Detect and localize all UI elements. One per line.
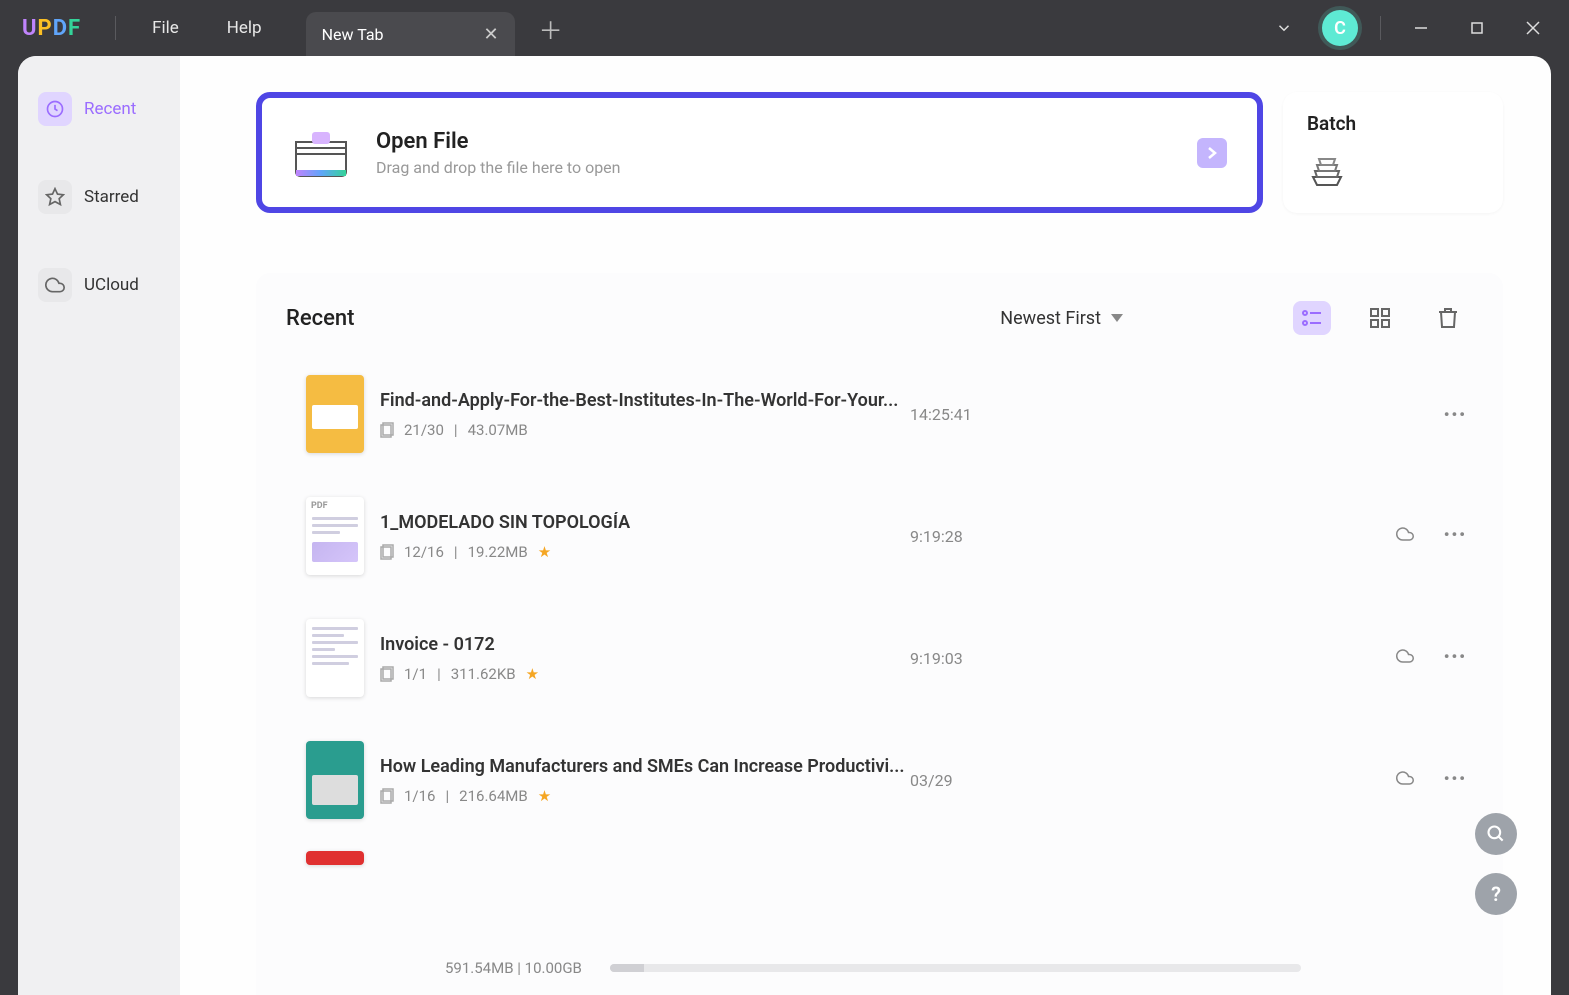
cloud-icon[interactable] xyxy=(1394,647,1416,669)
file-time: 9:19:28 xyxy=(910,527,1110,546)
batch-title: Batch xyxy=(1307,112,1479,135)
star-icon: ★ xyxy=(526,665,539,683)
sidebar-item-label: Recent xyxy=(84,99,136,119)
file-time: 14:25:41 xyxy=(910,405,1110,424)
sidebar-item-label: Starred xyxy=(84,187,139,207)
trash-button[interactable] xyxy=(1429,301,1467,335)
file-row[interactable]: How Leading Manufacturers and SMEs Can I… xyxy=(256,719,1503,841)
file-name: 1_MODELADO SIN TOPOLOGÍA xyxy=(380,512,910,533)
file-row[interactable] xyxy=(256,841,1503,865)
star-icon xyxy=(38,180,72,214)
pages-icon xyxy=(380,788,394,804)
file-size: 43.07MB xyxy=(468,421,528,439)
file-size: 216.64MB xyxy=(459,787,528,805)
file-name: How Leading Manufacturers and SMEs Can I… xyxy=(380,756,910,777)
file-pages: 1/16 xyxy=(404,787,435,805)
sidebar-item-label: UCloud xyxy=(84,275,139,295)
storage-progress xyxy=(610,964,1301,972)
open-file-dropzone[interactable]: Open File Drag and drop the file here to… xyxy=(256,92,1263,213)
titlebar: UPDF File Help New Tab ✕ ＋ C xyxy=(0,0,1569,56)
file-thumbnail xyxy=(306,619,364,697)
file-size: 311.62KB xyxy=(451,665,516,683)
batch-panel[interactable]: Batch xyxy=(1283,92,1503,213)
file-pages: 12/16 xyxy=(404,543,444,561)
file-pages: 21/30 xyxy=(404,421,444,439)
tab-label: New Tab xyxy=(322,25,384,44)
recent-title: Recent xyxy=(286,306,354,331)
menu-file[interactable]: File xyxy=(128,18,203,38)
new-tab-button[interactable]: ＋ xyxy=(539,11,563,46)
cloud-icon[interactable] xyxy=(1394,525,1416,547)
sidebar-item-starred[interactable]: Starred xyxy=(30,168,168,226)
help-button[interactable]: ? xyxy=(1475,873,1517,915)
close-button[interactable] xyxy=(1505,0,1561,56)
pages-icon xyxy=(380,666,394,682)
file-pages: 1/1 xyxy=(404,665,427,683)
folder-icon xyxy=(292,128,350,178)
open-file-subtitle: Drag and drop the file here to open xyxy=(376,158,621,177)
file-row[interactable]: PDF 1_MODELADO SIN TOPOLOGÍA 12/16 | 19.… xyxy=(256,475,1503,597)
user-avatar[interactable]: C xyxy=(1322,10,1358,46)
cloud-icon xyxy=(38,268,72,302)
star-icon: ★ xyxy=(538,787,551,805)
tab-new[interactable]: New Tab ✕ xyxy=(306,12,515,56)
chevron-right-icon[interactable] xyxy=(1197,138,1227,168)
sidebar: Recent Starred UCloud xyxy=(18,56,180,995)
separator xyxy=(115,16,116,40)
more-icon[interactable]: ••• xyxy=(1444,525,1467,547)
file-time: 9:19:03 xyxy=(910,649,1110,668)
more-icon[interactable]: ••• xyxy=(1444,647,1467,669)
pages-icon xyxy=(380,544,394,560)
file-list: Find-and-Apply-For-the-Best-Institutes-I… xyxy=(256,353,1503,995)
storage-fill xyxy=(610,964,645,972)
pages-icon xyxy=(380,422,394,438)
file-thumbnail xyxy=(306,375,364,453)
more-icon[interactable]: ••• xyxy=(1444,769,1467,791)
storage-text: 591.54MB | 10.00GB xyxy=(445,959,582,977)
menu-help[interactable]: Help xyxy=(203,18,286,38)
minimize-button[interactable] xyxy=(1393,0,1449,56)
separator xyxy=(1380,16,1381,40)
file-size: 19.22MB xyxy=(468,543,528,561)
open-file-title: Open File xyxy=(376,129,621,154)
cloud-icon[interactable] xyxy=(1394,769,1416,791)
star-icon: ★ xyxy=(538,543,551,561)
sort-label: Newest First xyxy=(1000,308,1101,329)
close-tab-icon[interactable]: ✕ xyxy=(484,24,499,45)
dropdown-icon[interactable] xyxy=(1256,0,1312,56)
clock-icon xyxy=(38,92,72,126)
storage-bar: 591.54MB | 10.00GB xyxy=(445,959,1301,977)
file-time: 03/29 xyxy=(910,771,1110,790)
file-name: Invoice - 0172 xyxy=(380,634,910,655)
main-content: Open File Drag and drop the file here to… xyxy=(180,56,1551,995)
file-name: Find-and-Apply-For-the-Best-Institutes-I… xyxy=(380,390,910,411)
sidebar-item-recent[interactable]: Recent xyxy=(30,80,168,138)
file-thumbnail xyxy=(306,851,364,865)
grid-view-button[interactable] xyxy=(1361,301,1399,335)
file-thumbnail xyxy=(306,741,364,819)
app-logo: UPDF xyxy=(0,16,103,41)
workspace: Recent Starred UCloud Open File Drag and… xyxy=(18,56,1551,995)
search-button[interactable] xyxy=(1475,813,1517,855)
more-icon[interactable]: ••• xyxy=(1444,405,1467,424)
stack-icon xyxy=(1307,153,1347,189)
caret-down-icon xyxy=(1111,314,1123,322)
sidebar-item-ucloud[interactable]: UCloud xyxy=(30,256,168,314)
recent-panel: Recent Newest First Find-and-Apply-For-t… xyxy=(256,273,1503,995)
sort-dropdown[interactable]: Newest First xyxy=(1000,308,1123,329)
file-row[interactable]: Invoice - 0172 1/1 | 311.62KB ★ 9:19:03 … xyxy=(256,597,1503,719)
file-row[interactable]: Find-and-Apply-For-the-Best-Institutes-I… xyxy=(256,353,1503,475)
maximize-button[interactable] xyxy=(1449,0,1505,56)
list-view-button[interactable] xyxy=(1293,301,1331,335)
file-thumbnail: PDF xyxy=(306,497,364,575)
